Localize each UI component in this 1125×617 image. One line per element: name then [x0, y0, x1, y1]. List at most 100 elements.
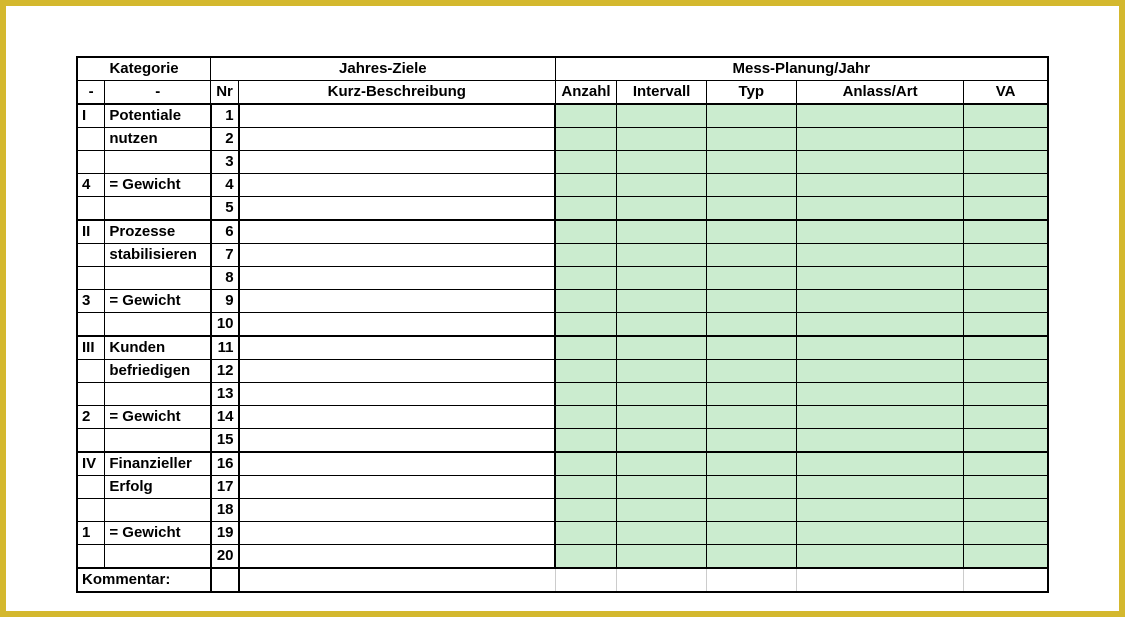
typ-cell[interactable]	[706, 499, 796, 522]
kurz-beschreibung-cell[interactable]	[239, 383, 556, 406]
anlass-cell[interactable]	[796, 128, 963, 151]
anzahl-cell[interactable]	[555, 383, 617, 406]
typ-cell[interactable]	[706, 522, 796, 545]
va-cell[interactable]	[964, 290, 1048, 313]
anlass-cell[interactable]	[796, 244, 963, 267]
intervall-cell[interactable]	[617, 174, 706, 197]
kurz-beschreibung-cell[interactable]	[239, 336, 556, 360]
kurz-beschreibung-cell[interactable]	[239, 545, 556, 569]
intervall-cell[interactable]	[617, 406, 706, 429]
kurz-beschreibung-cell[interactable]	[239, 267, 556, 290]
anzahl-cell[interactable]	[555, 290, 617, 313]
kommentar-cell[interactable]	[796, 568, 963, 592]
kurz-beschreibung-cell[interactable]	[239, 174, 556, 197]
anlass-cell[interactable]	[796, 476, 963, 499]
kurz-beschreibung-cell[interactable]	[239, 290, 556, 313]
anlass-cell[interactable]	[796, 313, 963, 337]
anzahl-cell[interactable]	[555, 244, 617, 267]
kurz-beschreibung-cell[interactable]	[239, 104, 556, 128]
anzahl-cell[interactable]	[555, 220, 617, 244]
intervall-cell[interactable]	[617, 128, 706, 151]
anzahl-cell[interactable]	[555, 313, 617, 337]
anzahl-cell[interactable]	[555, 476, 617, 499]
intervall-cell[interactable]	[617, 336, 706, 360]
va-cell[interactable]	[964, 499, 1048, 522]
kurz-beschreibung-cell[interactable]	[239, 452, 556, 476]
typ-cell[interactable]	[706, 174, 796, 197]
kurz-beschreibung-cell[interactable]	[239, 522, 556, 545]
intervall-cell[interactable]	[617, 197, 706, 221]
kurz-beschreibung-cell[interactable]	[239, 151, 556, 174]
va-cell[interactable]	[964, 383, 1048, 406]
anzahl-cell[interactable]	[555, 336, 617, 360]
typ-cell[interactable]	[706, 429, 796, 453]
anzahl-cell[interactable]	[555, 452, 617, 476]
anlass-cell[interactable]	[796, 220, 963, 244]
typ-cell[interactable]	[706, 104, 796, 128]
typ-cell[interactable]	[706, 336, 796, 360]
anlass-cell[interactable]	[796, 290, 963, 313]
typ-cell[interactable]	[706, 476, 796, 499]
va-cell[interactable]	[964, 128, 1048, 151]
typ-cell[interactable]	[706, 244, 796, 267]
intervall-cell[interactable]	[617, 151, 706, 174]
anzahl-cell[interactable]	[555, 522, 617, 545]
kommentar-cell[interactable]	[617, 568, 706, 592]
anlass-cell[interactable]	[796, 383, 963, 406]
anlass-cell[interactable]	[796, 174, 963, 197]
va-cell[interactable]	[964, 151, 1048, 174]
anlass-cell[interactable]	[796, 406, 963, 429]
va-cell[interactable]	[964, 452, 1048, 476]
typ-cell[interactable]	[706, 383, 796, 406]
anlass-cell[interactable]	[796, 452, 963, 476]
anlass-cell[interactable]	[796, 499, 963, 522]
anzahl-cell[interactable]	[555, 174, 617, 197]
intervall-cell[interactable]	[617, 244, 706, 267]
kurz-beschreibung-cell[interactable]	[239, 313, 556, 337]
intervall-cell[interactable]	[617, 290, 706, 313]
anlass-cell[interactable]	[796, 522, 963, 545]
typ-cell[interactable]	[706, 313, 796, 337]
va-cell[interactable]	[964, 476, 1048, 499]
kommentar-cell[interactable]	[239, 568, 556, 592]
typ-cell[interactable]	[706, 452, 796, 476]
intervall-cell[interactable]	[617, 522, 706, 545]
anlass-cell[interactable]	[796, 429, 963, 453]
kommentar-cell[interactable]	[211, 568, 239, 592]
typ-cell[interactable]	[706, 545, 796, 569]
typ-cell[interactable]	[706, 406, 796, 429]
kurz-beschreibung-cell[interactable]	[239, 476, 556, 499]
va-cell[interactable]	[964, 406, 1048, 429]
kommentar-cell[interactable]	[555, 568, 617, 592]
intervall-cell[interactable]	[617, 476, 706, 499]
anzahl-cell[interactable]	[555, 360, 617, 383]
va-cell[interactable]	[964, 267, 1048, 290]
intervall-cell[interactable]	[617, 220, 706, 244]
anzahl-cell[interactable]	[555, 406, 617, 429]
anzahl-cell[interactable]	[555, 545, 617, 569]
typ-cell[interactable]	[706, 267, 796, 290]
va-cell[interactable]	[964, 545, 1048, 569]
anzahl-cell[interactable]	[555, 267, 617, 290]
intervall-cell[interactable]	[617, 383, 706, 406]
va-cell[interactable]	[964, 220, 1048, 244]
anlass-cell[interactable]	[796, 104, 963, 128]
anlass-cell[interactable]	[796, 197, 963, 221]
kurz-beschreibung-cell[interactable]	[239, 197, 556, 221]
kurz-beschreibung-cell[interactable]	[239, 360, 556, 383]
typ-cell[interactable]	[706, 220, 796, 244]
anzahl-cell[interactable]	[555, 104, 617, 128]
anzahl-cell[interactable]	[555, 151, 617, 174]
va-cell[interactable]	[964, 174, 1048, 197]
intervall-cell[interactable]	[617, 104, 706, 128]
intervall-cell[interactable]	[617, 360, 706, 383]
anlass-cell[interactable]	[796, 151, 963, 174]
typ-cell[interactable]	[706, 360, 796, 383]
anlass-cell[interactable]	[796, 336, 963, 360]
va-cell[interactable]	[964, 197, 1048, 221]
typ-cell[interactable]	[706, 151, 796, 174]
intervall-cell[interactable]	[617, 313, 706, 337]
kommentar-cell[interactable]	[964, 568, 1048, 592]
anlass-cell[interactable]	[796, 360, 963, 383]
intervall-cell[interactable]	[617, 545, 706, 569]
